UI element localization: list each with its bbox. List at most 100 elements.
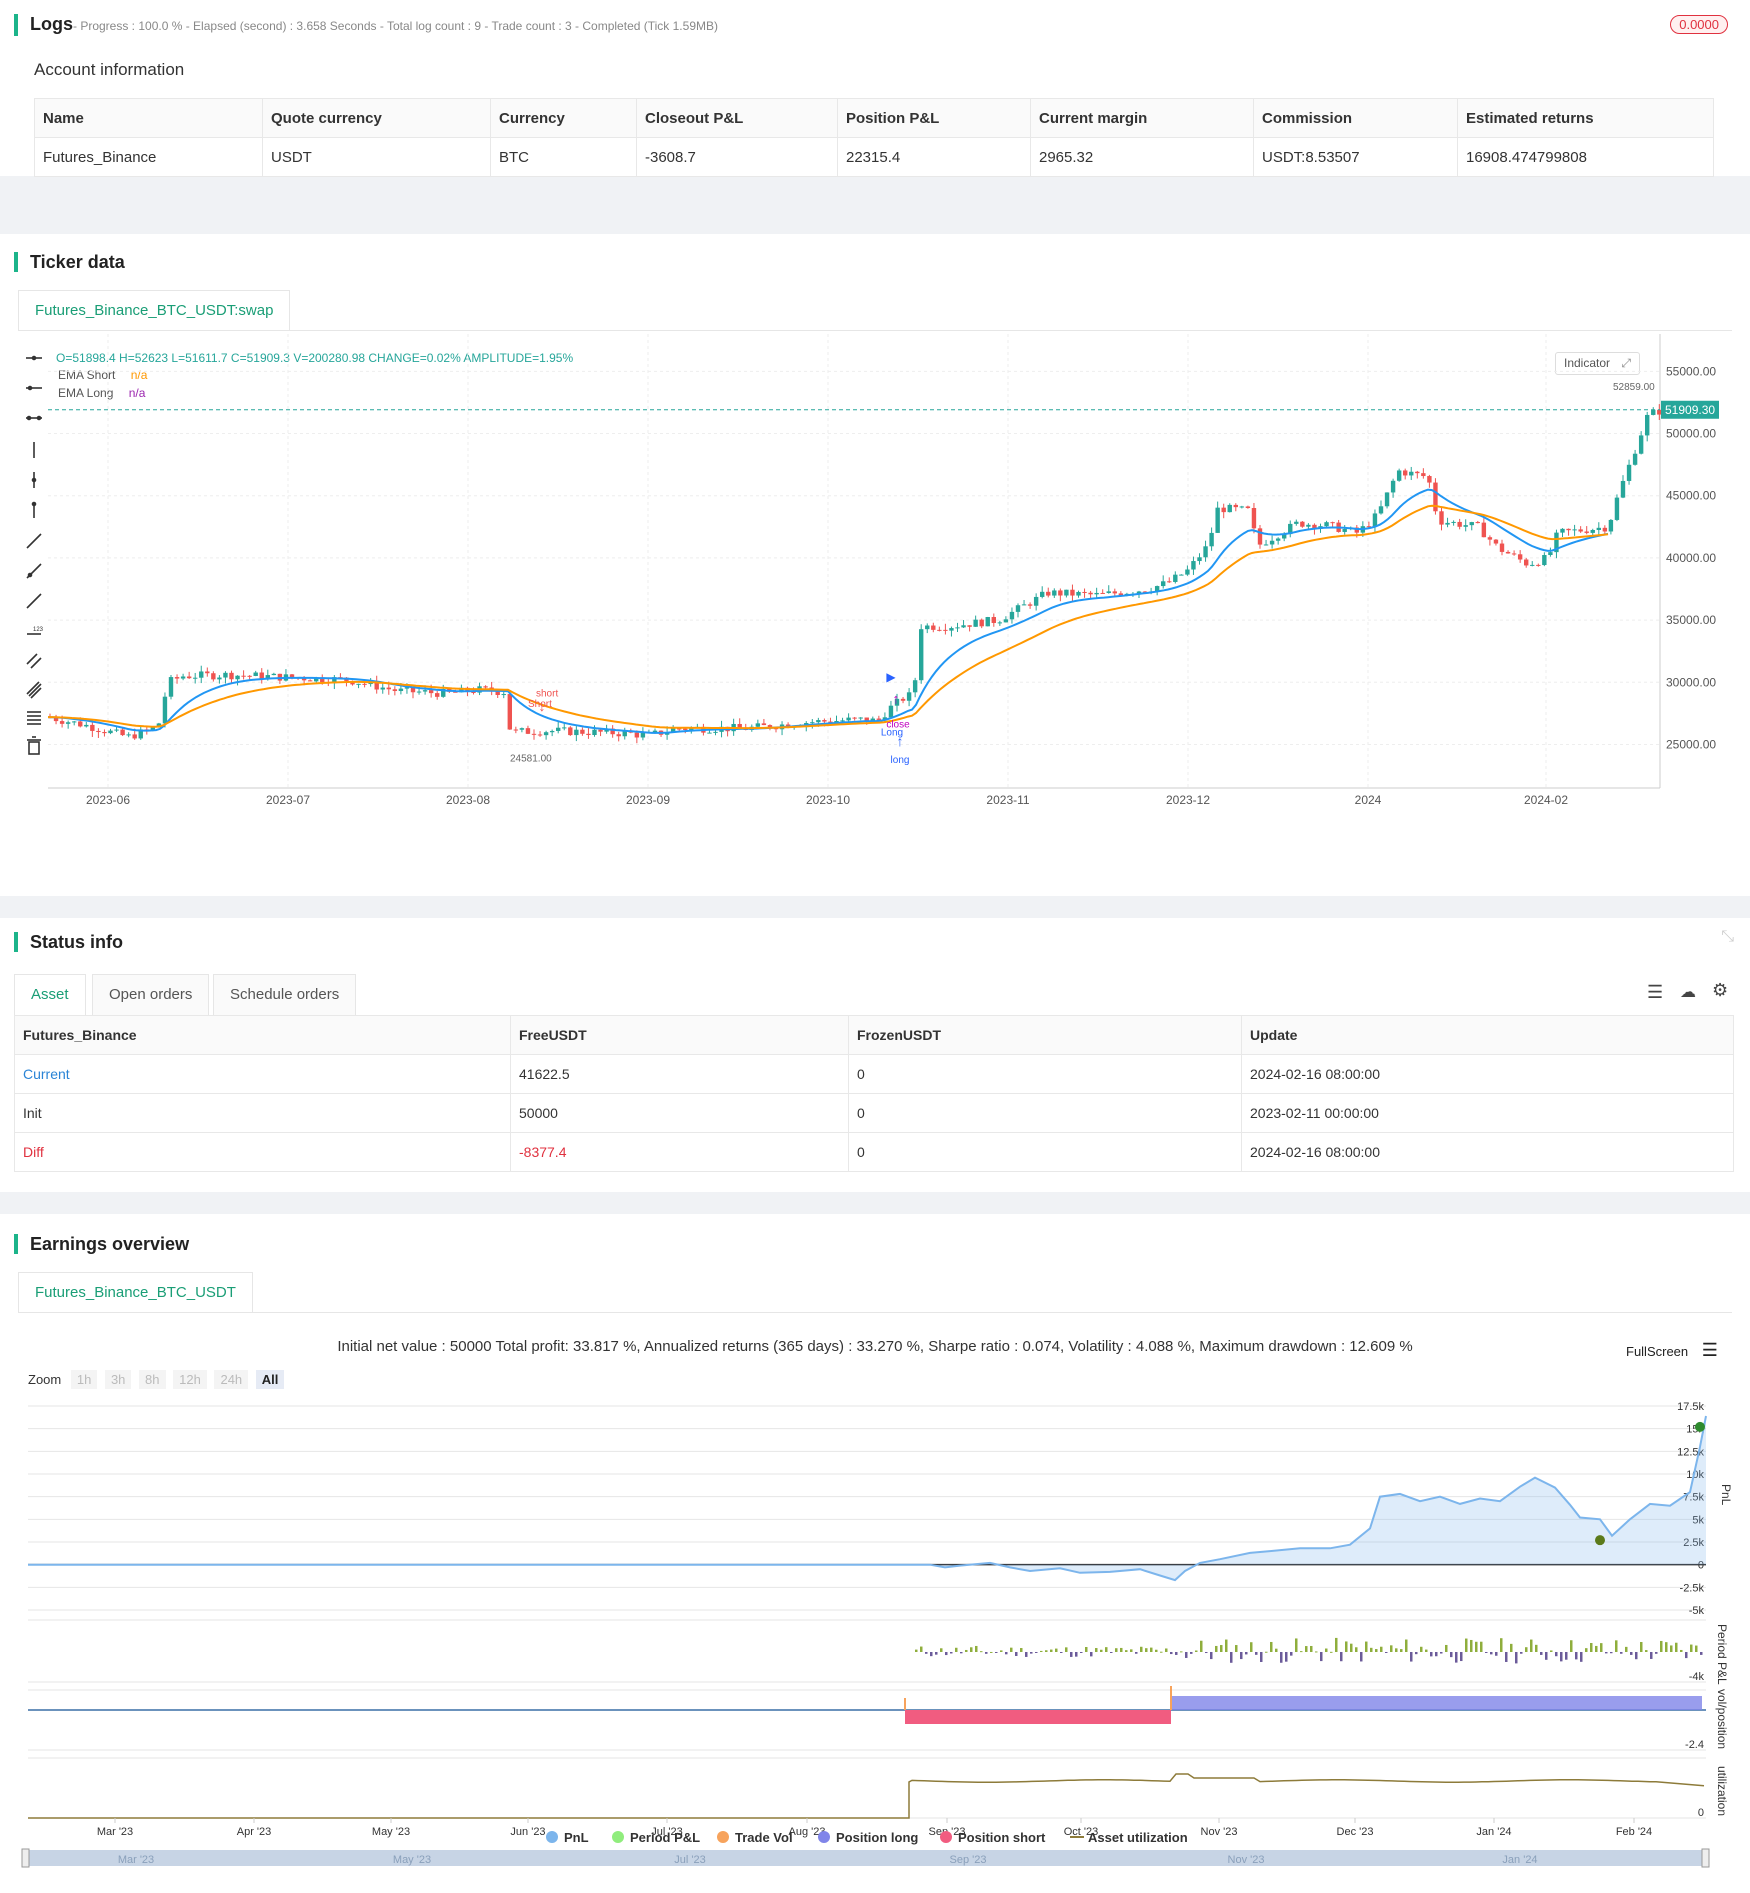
period-bar xyxy=(1235,1645,1238,1652)
legend-item: Period P&L xyxy=(630,1830,700,1845)
trash-icon[interactable] xyxy=(27,736,41,755)
candle-body xyxy=(906,692,912,701)
legend-swatch xyxy=(940,1831,952,1843)
candle-body xyxy=(1590,529,1595,533)
cloud-icon[interactable]: ☁ xyxy=(1680,982,1696,1002)
tab-asset[interactable]: Asset xyxy=(14,974,86,1015)
period-bar xyxy=(1325,1648,1328,1652)
candle-body xyxy=(1209,532,1214,547)
period-bar xyxy=(1260,1652,1263,1662)
ticker-panel: Ticker data Futures_Binance_BTC_USDT:swa… xyxy=(0,234,1750,896)
legend-swatch xyxy=(546,1831,558,1843)
candle-body xyxy=(1245,506,1251,509)
vertical-segment-icon[interactable] xyxy=(31,472,37,488)
account-header-cell: Estimated returns xyxy=(1457,98,1714,138)
period-bar xyxy=(985,1652,988,1654)
navigator-tick-label: Sep '23 xyxy=(950,1854,987,1866)
candle-body xyxy=(1227,504,1232,513)
ray-line-icon[interactable] xyxy=(26,563,42,579)
period-bar xyxy=(1430,1652,1433,1657)
period-bar xyxy=(1240,1652,1243,1660)
candle-body xyxy=(1082,591,1087,593)
asset-row-label[interactable]: Current xyxy=(14,1054,511,1094)
period-bar xyxy=(1360,1652,1363,1662)
candle-body xyxy=(380,687,385,690)
period-bar xyxy=(1595,1645,1598,1652)
earnings-tab[interactable]: Futures_Binance_BTC_USDT xyxy=(18,1272,253,1313)
zoom-12h[interactable]: 12h xyxy=(173,1370,207,1389)
vertical-ray-icon[interactable] xyxy=(31,501,37,518)
marker-long-label: long xyxy=(891,755,910,766)
candle-body xyxy=(211,673,216,680)
candle-body xyxy=(1427,476,1432,483)
collapse-icon[interactable]: ⤡ xyxy=(1721,928,1734,946)
parallel-channel-icon[interactable] xyxy=(26,653,42,669)
tab-schedule-orders[interactable]: Schedule orders xyxy=(213,974,357,1015)
candle-body xyxy=(1058,590,1063,596)
candle-body xyxy=(205,671,210,674)
candle-body xyxy=(991,617,996,623)
fibonacci-icon[interactable] xyxy=(26,681,42,699)
ticker-tab[interactable]: Futures_Binance_BTC_USDT:swap xyxy=(18,290,291,331)
horizontal-line-icon[interactable] xyxy=(26,355,42,361)
period-bar xyxy=(1475,1641,1478,1652)
period-bar xyxy=(1605,1652,1608,1654)
pnl-drawdown-marker xyxy=(1595,1535,1605,1546)
zoom-1h[interactable]: 1h xyxy=(70,1370,98,1389)
zoom-8h[interactable]: 8h xyxy=(139,1370,166,1389)
period-axis-title: Period P&L xyxy=(1715,1624,1729,1685)
period-bar xyxy=(1485,1652,1488,1653)
period-bar xyxy=(960,1652,963,1654)
extended-line-icon[interactable] xyxy=(26,415,42,421)
candle-body xyxy=(253,672,258,676)
asset-cell: -8377.4 xyxy=(510,1132,849,1172)
x-tick-label: 2023-09 xyxy=(626,793,670,807)
asset-header-row: Futures_Binance FreeUSDT FrozenUSDT Upda… xyxy=(14,1015,1734,1055)
asset-table: Futures_Binance FreeUSDT FrozenUSDT Upda… xyxy=(14,1015,1734,1172)
horizontal-ray-icon[interactable] xyxy=(26,385,42,391)
list-icon[interactable]: ☰ xyxy=(1647,982,1663,1003)
period-bar xyxy=(1550,1650,1553,1652)
candle-body xyxy=(919,629,924,681)
trend-line-icon[interactable] xyxy=(26,533,42,549)
candle-body xyxy=(1161,581,1166,587)
tab-open-orders[interactable]: Open orders xyxy=(92,974,210,1015)
candle-body xyxy=(435,693,440,697)
candle-body xyxy=(193,677,198,679)
candle-body xyxy=(525,728,531,734)
period-bar xyxy=(1390,1645,1393,1652)
candle-body xyxy=(816,720,821,723)
zoom-24h[interactable]: 24h xyxy=(214,1370,249,1389)
period-bar xyxy=(1570,1640,1573,1652)
account-cell: USDT xyxy=(262,137,491,177)
period-bar xyxy=(1690,1644,1693,1652)
candle-body xyxy=(483,686,488,688)
gear-icon[interactable]: ⚙ xyxy=(1712,980,1728,1001)
period-bar xyxy=(1015,1652,1018,1656)
segment-line-icon[interactable] xyxy=(26,593,42,609)
period-bar xyxy=(1470,1639,1473,1652)
zoom-all[interactable]: All xyxy=(255,1370,285,1389)
candle-body xyxy=(616,734,621,737)
candle-body xyxy=(501,694,506,696)
period-bar xyxy=(1290,1652,1293,1656)
candle-body xyxy=(973,619,978,627)
candle-body xyxy=(912,680,918,693)
fullscreen-button[interactable]: FullScreen ☰ xyxy=(1626,1340,1718,1361)
asset-header-cell: FreeUSDT xyxy=(510,1015,849,1055)
period-bar xyxy=(1180,1651,1183,1653)
candle-body xyxy=(78,721,83,727)
legend-item: Position short xyxy=(958,1830,1046,1845)
asset-row: Init 50000 0 2023-02-11 00:00:00 xyxy=(14,1093,1734,1133)
menu-icon[interactable]: ☰ xyxy=(1702,1340,1718,1360)
price-label-icon[interactable]: 123 xyxy=(27,627,44,635)
candle-body xyxy=(507,694,512,730)
flag-icon: ▶ xyxy=(886,670,896,684)
candle-body xyxy=(985,617,990,627)
period-bar xyxy=(1305,1646,1308,1652)
period-bar xyxy=(1610,1652,1613,1654)
drawing-tools: 123 xyxy=(26,355,44,755)
candle-body xyxy=(1046,591,1051,596)
grid-lines-icon[interactable] xyxy=(27,711,41,725)
zoom-3h[interactable]: 3h xyxy=(104,1370,132,1389)
